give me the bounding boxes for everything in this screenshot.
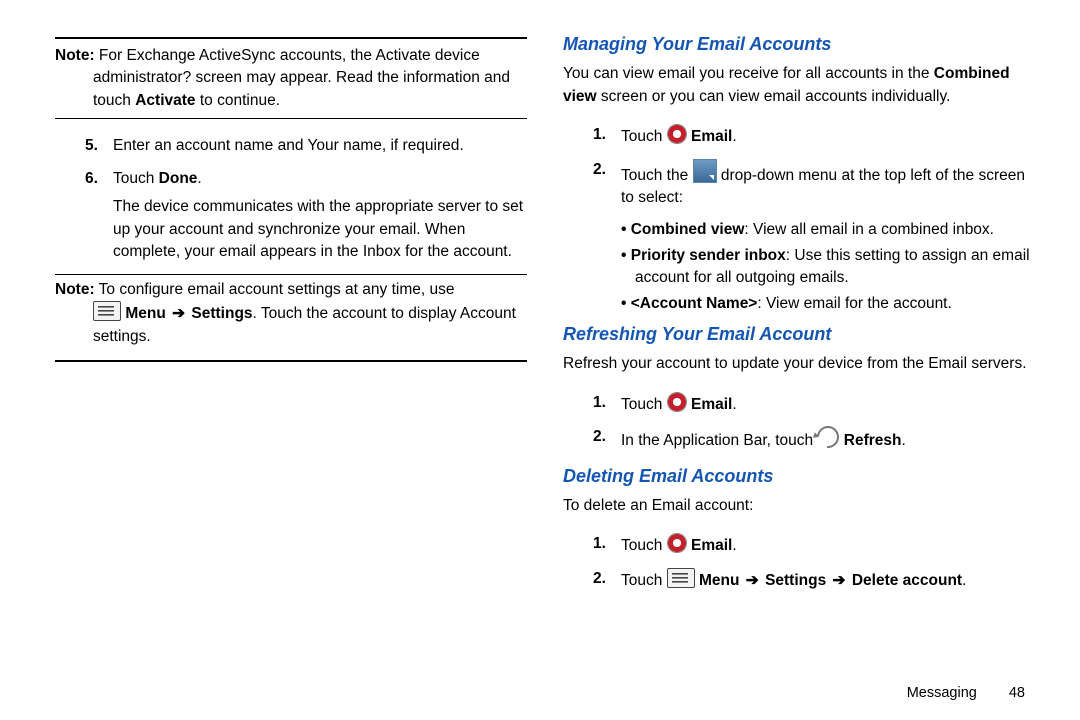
email-icon [667, 124, 687, 144]
delete-step-2: Touch Menu ➔ Settings ➔ Delete account. [563, 568, 1035, 592]
delete-intro: To delete an Email account: [563, 495, 1035, 517]
footer-chapter: Messaging [907, 685, 977, 701]
bullet-priority: Priority sender inbox: Use this setting … [563, 245, 1035, 290]
heading-managing: Managing Your Email Accounts [563, 31, 1035, 57]
bullet-account: <Account Name>: View email for the accou… [563, 293, 1035, 315]
dropdown-icon [693, 159, 717, 183]
step-6-body: The device communicates with the appropr… [113, 196, 527, 263]
page-footer: Messaging 48 [907, 683, 1025, 704]
note-activate: Note: For Exchange ActiveSync accounts, … [55, 45, 527, 112]
left-column: Note: For Exchange ActiveSync accounts, … [55, 25, 527, 602]
manage-bullets: Combined view: View all email in a combi… [563, 219, 1035, 315]
step-6: Touch Done. The device communicates with… [55, 168, 527, 264]
delete-steps: Touch Email. Touch Menu ➔ Settings ➔ Del… [563, 533, 1035, 592]
note-tail: to continue. [196, 92, 280, 109]
footer-page-number: 48 [1009, 685, 1025, 701]
refresh-step-2: In the Application Bar, touch Refresh. [563, 426, 1035, 452]
email-icon [667, 533, 687, 553]
rule [55, 37, 527, 39]
page-body: Note: For Exchange ActiveSync accounts, … [0, 0, 1080, 602]
bullet-combined: Combined view: View all email in a combi… [563, 219, 1035, 241]
email-icon [667, 392, 687, 412]
manage-step-2: Touch the drop-down menu at the top left… [563, 159, 1035, 210]
refresh-icon [813, 422, 844, 453]
heading-refreshing: Refreshing Your Email Account [563, 321, 1035, 347]
refresh-steps: Touch Email. In the Application Bar, tou… [563, 392, 1035, 453]
right-column: Managing Your Email Accounts You can vie… [563, 25, 1035, 602]
steps-list: Enter an account name and Your name, if … [55, 135, 527, 263]
note-bold: Activate [135, 92, 195, 109]
step-5: Enter an account name and Your name, if … [55, 135, 527, 157]
note-configure: Note: To configure email account setting… [55, 279, 527, 348]
manage-steps: Touch Email. Touch the drop-down menu at… [563, 124, 1035, 209]
menu-icon [93, 301, 121, 321]
menu-icon [667, 568, 695, 588]
manage-intro: You can view email you receive for all a… [563, 63, 1035, 108]
rule [55, 118, 527, 119]
delete-step-1: Touch Email. [563, 533, 1035, 557]
refresh-intro: Refresh your account to update your devi… [563, 353, 1035, 375]
heading-deleting: Deleting Email Accounts [563, 463, 1035, 489]
manage-step-1: Touch Email. [563, 124, 1035, 148]
note-label: Note: [55, 47, 95, 64]
rule [55, 274, 527, 275]
note-label: Note: [55, 281, 95, 298]
refresh-step-1: Touch Email. [563, 392, 1035, 416]
rule [55, 360, 527, 362]
